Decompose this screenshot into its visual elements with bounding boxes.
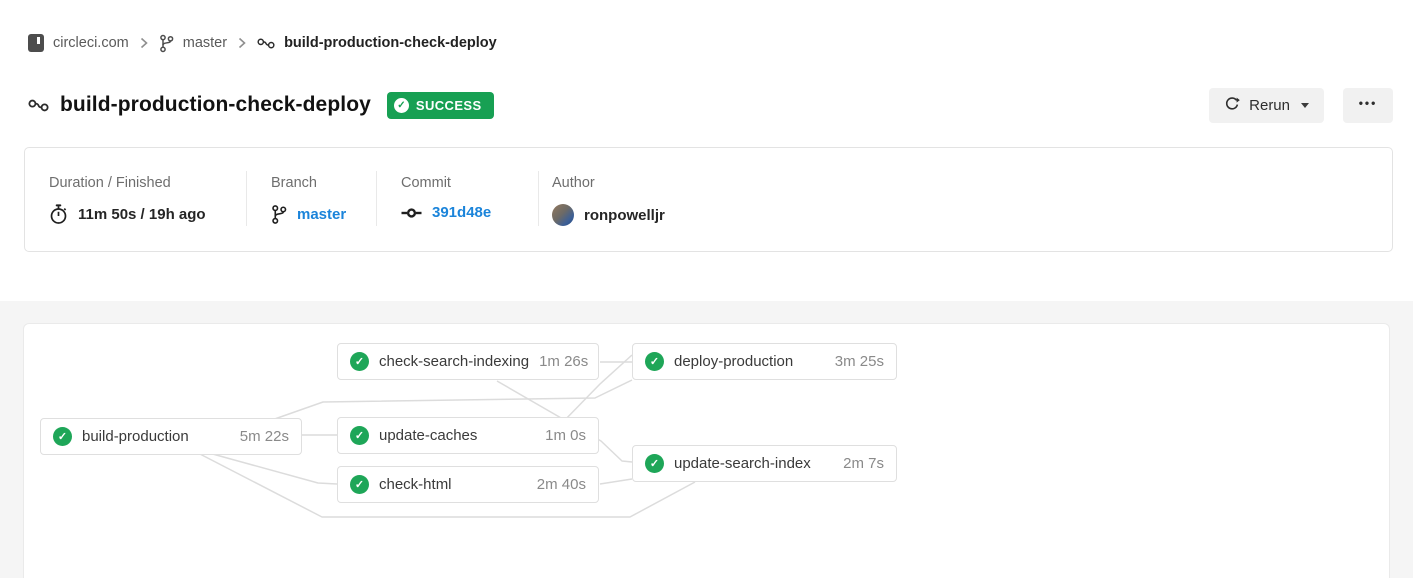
commit-link[interactable]: 391d48e — [432, 204, 491, 221]
breadcrumb: circleci.com master — [28, 33, 497, 53]
chevron-right-icon — [140, 37, 148, 49]
duration-value: 11m 50s / 19h ago — [78, 206, 206, 223]
workflow-loop-icon — [28, 98, 49, 113]
branch-label: Branch — [271, 175, 376, 191]
job-duration: 3m 25s — [835, 353, 884, 370]
breadcrumb-branch-label[interactable]: master — [183, 35, 227, 51]
success-check-icon: ✓ — [645, 454, 664, 473]
commit-label: Commit — [401, 175, 538, 191]
job-duration: 2m 40s — [537, 476, 586, 493]
job-node-build-production[interactable]: ✓ build-production 5m 22s — [40, 418, 302, 455]
page-title: build-production-check-deploy — [60, 93, 371, 117]
summary-author: Author ronpowelljr — [539, 148, 665, 251]
job-name: update-caches — [379, 427, 477, 444]
job-duration: 2m 7s — [843, 455, 884, 472]
success-check-icon: ✓ — [350, 426, 369, 445]
ellipsis-icon: ••• — [1359, 96, 1378, 110]
job-name: update-search-index — [674, 455, 811, 472]
job-node-update-caches[interactable]: ✓ update-caches 1m 0s — [337, 417, 599, 454]
rerun-button[interactable]: Rerun — [1209, 88, 1324, 123]
summary-commit: Commit 391d48e — [377, 148, 538, 251]
success-check-icon: ✓ — [350, 475, 369, 494]
success-check-icon: ✓ — [645, 352, 664, 371]
author-avatar — [552, 204, 574, 226]
workflow-canvas-background: ✓ build-production 5m 22s ✓ check-search… — [0, 301, 1413, 578]
job-duration: 1m 0s — [545, 427, 586, 444]
title-actions: Rerun ••• — [1209, 88, 1393, 123]
success-check-icon: ✓ — [350, 352, 369, 371]
more-actions-button[interactable]: ••• — [1343, 88, 1393, 123]
summary-duration: Duration / Finished 11m 50s / 19h ago — [25, 148, 246, 251]
rerun-button-label: Rerun — [1249, 97, 1290, 114]
breadcrumb-workflow[interactable]: build-production-check-deploy — [257, 35, 497, 51]
job-duration: 1m 26s — [539, 353, 588, 370]
job-node-update-search-index[interactable]: ✓ update-search-index 2m 7s — [632, 445, 897, 482]
workflow-summary-card: Duration / Finished 11m 50s / 19h ago Br… — [24, 147, 1393, 252]
job-node-check-search-indexing[interactable]: ✓ check-search-indexing 1m 26s — [337, 343, 599, 380]
stopwatch-icon — [49, 204, 68, 225]
duration-label: Duration / Finished — [49, 175, 246, 191]
job-name: deploy-production — [674, 353, 793, 370]
author-label: Author — [552, 175, 665, 191]
caret-down-icon — [1301, 103, 1309, 108]
status-badge: ✓ SUCCESS — [387, 92, 494, 119]
git-commit-icon — [401, 207, 422, 219]
job-name: check-html — [379, 476, 452, 493]
breadcrumb-branch[interactable]: master — [159, 34, 227, 53]
breadcrumb-project[interactable]: circleci.com — [28, 34, 129, 52]
git-branch-icon — [159, 34, 174, 53]
job-node-deploy-production[interactable]: ✓ deploy-production 3m 25s — [632, 343, 897, 380]
workflow-page: circleci.com master — [0, 0, 1413, 578]
breadcrumb-project-label[interactable]: circleci.com — [53, 35, 129, 51]
job-name: check-search-indexing — [379, 353, 529, 370]
author-value: ronpowelljr — [584, 207, 665, 224]
chevron-right-icon — [238, 37, 246, 49]
edge-build-to-deploy — [269, 380, 632, 421]
status-badge-label: SUCCESS — [416, 98, 482, 113]
git-branch-icon — [271, 204, 287, 225]
branch-link[interactable]: master — [297, 206, 346, 223]
success-check-icon: ✓ — [394, 98, 409, 113]
job-duration: 5m 22s — [240, 428, 289, 445]
success-check-icon: ✓ — [53, 427, 72, 446]
job-node-check-html[interactable]: ✓ check-html 2m 40s — [337, 466, 599, 503]
title-row: build-production-check-deploy ✓ SUCCESS … — [28, 87, 1393, 123]
refresh-icon — [1224, 97, 1240, 113]
edge-check-html-to-update-search-index — [600, 479, 632, 484]
workflow-loop-icon — [257, 37, 275, 50]
breadcrumb-workflow-label[interactable]: build-production-check-deploy — [284, 35, 497, 51]
workflow-graph-panel: ✓ build-production 5m 22s ✓ check-search… — [24, 324, 1389, 578]
repo-icon — [28, 34, 44, 52]
summary-branch: Branch master — [247, 148, 376, 251]
job-name: build-production — [82, 428, 189, 445]
